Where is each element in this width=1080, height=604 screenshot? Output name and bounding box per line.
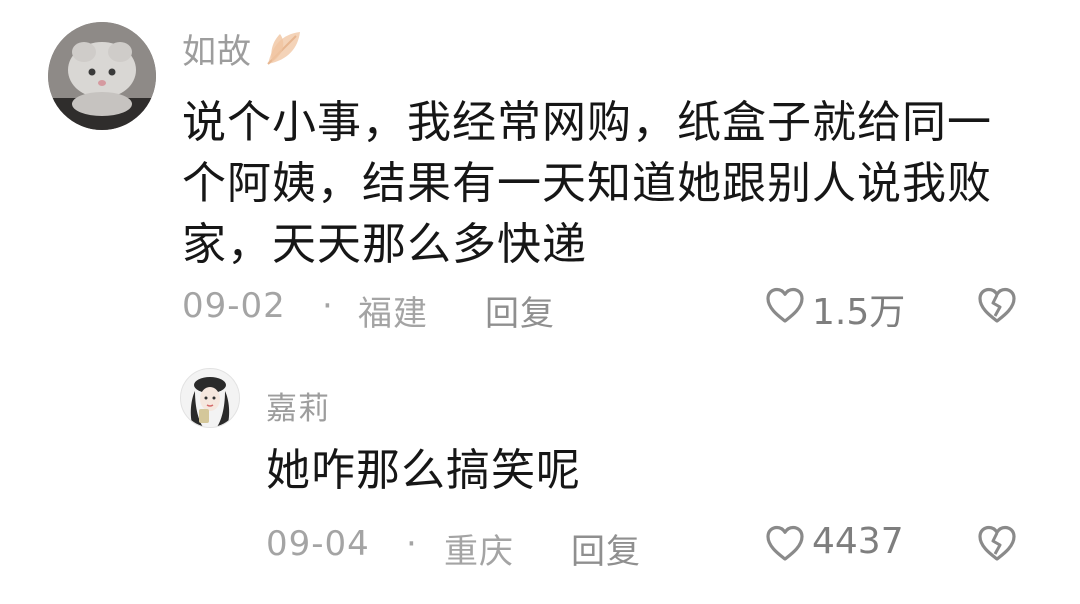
meta-separator: ·: [322, 286, 333, 326]
comment-date: 09-02: [182, 286, 286, 326]
broken-heart-icon[interactable]: [976, 286, 1018, 324]
username[interactable]: 嘉莉: [266, 383, 330, 428]
comment-line: 说个小事，我经常网购，纸盒子就给同一: [182, 97, 992, 148]
girl-avatar-icon[interactable]: [180, 368, 240, 428]
heart-outline-icon[interactable]: [764, 286, 806, 324]
leaf-icon: [267, 32, 300, 65]
reply-button[interactable]: 回复: [571, 524, 641, 573]
comment-content: 说个小事，我经常网购，纸盒子就给同一 个阿姨，结果有一天知道她跟别人说我败 家，…: [182, 92, 1022, 275]
reply-content: 她咋那么搞笑呢: [266, 445, 581, 496]
meta-separator: ·: [406, 524, 417, 564]
comment-location: 福建: [358, 294, 428, 334]
cat-avatar-icon: [48, 22, 156, 130]
girl-avatar-icon: [181, 369, 239, 427]
comment-location: 重庆: [444, 532, 514, 572]
comment-line: 个阿姨，结果有一天知道她跟别人说我败: [182, 158, 992, 209]
username[interactable]: 如故: [182, 24, 252, 73]
like-count: 1.5万: [812, 292, 906, 333]
heart-outline-icon[interactable]: [764, 524, 806, 562]
comment-date: 09-04: [266, 524, 370, 564]
broken-heart-icon[interactable]: [976, 524, 1018, 562]
comment-line: 家，天天那么多快递: [182, 219, 587, 270]
reply-button[interactable]: 回复: [485, 286, 555, 335]
like-count: 4437: [812, 521, 904, 562]
cat-avatar-icon[interactable]: [48, 22, 156, 130]
